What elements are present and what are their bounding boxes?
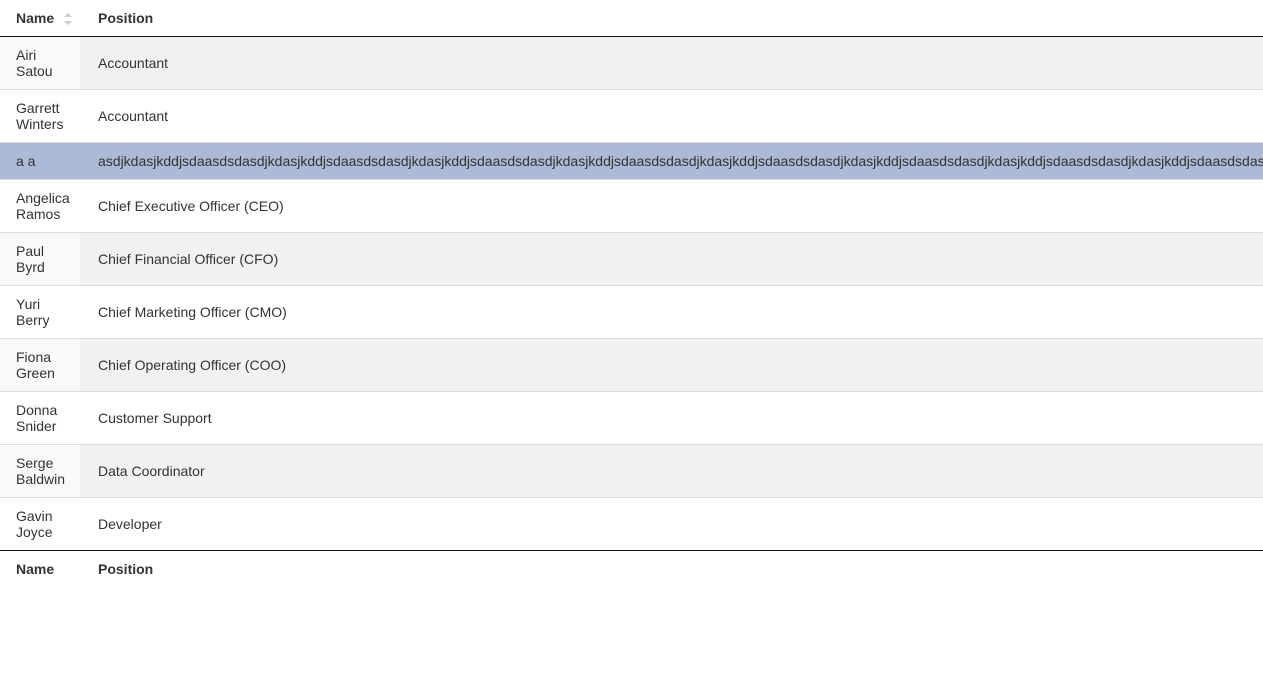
cell-position: Chief Financial Officer (CFO) (80, 233, 1263, 286)
table-footer-row: Name Position (0, 551, 1263, 588)
cell-position: Chief Marketing Officer (CMO) (80, 286, 1263, 339)
cell-name: Yuri Berry (0, 286, 80, 339)
cell-name: Angelica Ramos (0, 180, 80, 233)
column-header-name[interactable]: Name (0, 0, 80, 37)
table-row[interactable]: Serge BaldwinData Coordinator (0, 445, 1263, 498)
table-row[interactable]: Garrett WintersAccountant (0, 90, 1263, 143)
table-row[interactable]: Angelica RamosChief Executive Officer (C… (0, 180, 1263, 233)
table-row[interactable]: Airi SatouAccountant (0, 37, 1263, 90)
cell-name: a a (0, 143, 80, 180)
cell-name: Gavin Joyce (0, 498, 80, 551)
cell-position: Data Coordinator (80, 445, 1263, 498)
cell-name: Garrett Winters (0, 90, 80, 143)
column-footer-position-label: Position (98, 561, 153, 577)
cell-name: Paul Byrd (0, 233, 80, 286)
cell-name: Fiona Green (0, 339, 80, 392)
column-footer-name: Name (0, 551, 80, 588)
cell-position: Chief Executive Officer (CEO) (80, 180, 1263, 233)
cell-position: Customer Support (80, 392, 1263, 445)
table-row[interactable]: Gavin JoyceDeveloper (0, 498, 1263, 551)
cell-name: Serge Baldwin (0, 445, 80, 498)
column-footer-position: Position (80, 551, 1263, 588)
cell-position: Developer (80, 498, 1263, 551)
cell-position: Accountant (80, 90, 1263, 143)
column-footer-name-label: Name (16, 561, 54, 577)
table-row[interactable]: a aasdjkdasjkddjsdaasdsdasdjkdasjkddjsda… (0, 143, 1263, 180)
cell-position: Chief Operating Officer (COO) (80, 339, 1263, 392)
table-body: Airi SatouAccountantGarrett WintersAccou… (0, 37, 1263, 551)
cell-name: Donna Snider (0, 392, 80, 445)
cell-position: Accountant (80, 37, 1263, 90)
column-header-position[interactable]: Position (80, 0, 1263, 37)
table-row[interactable]: Yuri BerryChief Marketing Officer (CMO) (0, 286, 1263, 339)
table-row[interactable]: Paul ByrdChief Financial Officer (CFO) (0, 233, 1263, 286)
table-header-row: Name Position (0, 0, 1263, 37)
table-row[interactable]: Donna SniderCustomer Support (0, 392, 1263, 445)
column-header-position-label: Position (98, 10, 153, 26)
cell-name: Airi Satou (0, 37, 80, 90)
column-header-name-label: Name (16, 10, 54, 26)
data-table: Name Position Airi SatouAccountantGarret… (0, 0, 1263, 587)
sort-icon (64, 13, 72, 25)
table-row[interactable]: Fiona GreenChief Operating Officer (COO) (0, 339, 1263, 392)
cell-position: asdjkdasjkddjsdaasdsdasdjkdasjkddjsdaasd… (80, 143, 1263, 180)
